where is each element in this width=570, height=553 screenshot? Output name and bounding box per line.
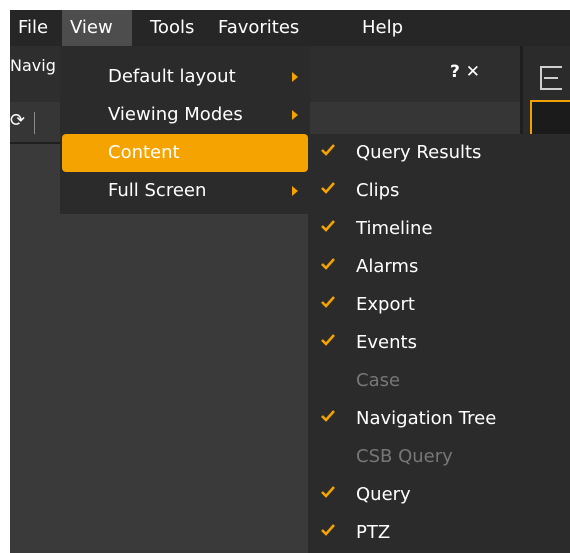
toolbar-divider: [34, 112, 35, 134]
menu-bar: File View Tools Favorites Help: [10, 10, 570, 46]
menu-item-label: Viewing Modes: [108, 104, 243, 125]
menu-view[interactable]: View: [62, 10, 132, 46]
panel-help-close-buttons[interactable]: ? ✕: [450, 62, 480, 82]
submenu-item-label: Clips: [356, 180, 400, 201]
menu-item-content[interactable]: Content: [60, 134, 310, 172]
check-icon: [321, 486, 335, 498]
submenu-item-label: Query: [356, 484, 411, 505]
content-submenu: Query Results Clips Timeline Alarms Expo…: [308, 134, 570, 553]
submenu-arrow-icon: [292, 72, 298, 82]
submenu-item-clips[interactable]: Clips: [308, 172, 570, 209]
menu-item-label: Content: [108, 142, 180, 163]
check-icon: [321, 334, 335, 346]
panel-title: Navig: [10, 56, 56, 75]
submenu-item-query-results[interactable]: Query Results: [308, 134, 570, 171]
submenu-item-label: Case: [356, 370, 401, 391]
check-icon: [321, 410, 335, 422]
panel-toggle-icon[interactable]: [540, 66, 562, 90]
menu-file[interactable]: File: [10, 10, 56, 46]
check-icon: [321, 524, 335, 536]
menu-item-label: Full Screen: [108, 180, 207, 201]
submenu-item-query[interactable]: Query: [308, 476, 570, 513]
check-icon: [321, 220, 335, 232]
check-icon: [321, 144, 335, 156]
check-icon: [321, 182, 335, 194]
submenu-item-label: PTZ: [356, 522, 391, 543]
submenu-item-ptz[interactable]: PTZ: [308, 514, 570, 551]
submenu-item-label: Events: [356, 332, 417, 353]
submenu-item-label: Timeline: [356, 218, 433, 239]
check-icon: [321, 296, 335, 308]
submenu-item-label: Query Results: [356, 142, 482, 163]
submenu-item-label: Alarms: [356, 256, 419, 277]
menu-item-viewing-modes[interactable]: Viewing Modes: [60, 96, 310, 134]
submenu-item-case: Case: [308, 362, 570, 399]
menu-item-label: Default layout: [108, 66, 236, 87]
submenu-item-events[interactable]: Events: [308, 324, 570, 361]
menu-help[interactable]: Help: [354, 10, 411, 46]
submenu-item-timeline[interactable]: Timeline: [308, 210, 570, 247]
submenu-arrow-icon: [292, 110, 298, 120]
submenu-item-label: Navigation Tree: [356, 408, 497, 429]
app-window: File View Tools Favorites Help Navig ? ✕…: [10, 10, 570, 553]
submenu-item-alarms[interactable]: Alarms: [308, 248, 570, 285]
submenu-arrow-icon: [292, 186, 298, 196]
submenu-item-csb-query: CSB Query: [308, 438, 570, 475]
submenu-item-label: CSB Query: [356, 446, 453, 467]
menu-favorites[interactable]: Favorites: [210, 10, 307, 46]
refresh-icon[interactable]: ⟳: [10, 110, 25, 131]
menu-item-default-layout[interactable]: Default layout: [60, 58, 310, 96]
check-icon: [321, 258, 335, 270]
submenu-item-export[interactable]: Export: [308, 286, 570, 323]
submenu-item-navigation-tree[interactable]: Navigation Tree: [308, 400, 570, 437]
submenu-item-label: Export: [356, 294, 415, 315]
menu-item-full-screen[interactable]: Full Screen: [60, 172, 310, 210]
menu-tools[interactable]: Tools: [142, 10, 202, 46]
